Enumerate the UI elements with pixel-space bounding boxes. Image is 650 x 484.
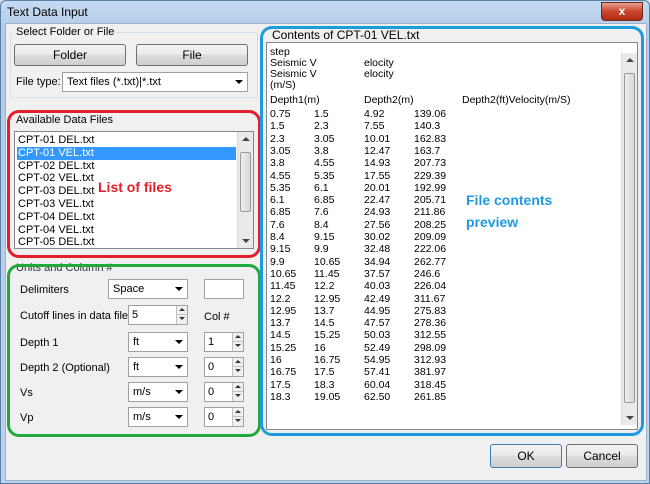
file-type-value: Text files (*.txt)|*.txt <box>67 76 161 88</box>
title-bar[interactable]: Text Data Input x <box>1 1 649 23</box>
cancel-button[interactable]: Cancel <box>566 444 638 468</box>
preview-annotation: preview <box>466 214 519 230</box>
file-type-label: File type: <box>16 76 61 88</box>
file-button[interactable]: File <box>136 44 248 66</box>
dialog-client: Select Folder or File Folder File File t… <box>5 23 647 481</box>
close-button[interactable]: x <box>601 2 643 21</box>
window-title: Text Data Input <box>7 5 88 19</box>
ok-button[interactable]: OK <box>490 444 562 468</box>
file-type-select[interactable]: Text files (*.txt)|*.txt <box>62 72 248 92</box>
dialog-window: Text Data Input x Select Folder or File … <box>0 0 650 484</box>
list-of-files-annotation: List of files <box>98 179 172 195</box>
select-folder-label: Select Folder or File <box>14 26 117 38</box>
folder-button[interactable]: Folder <box>14 44 126 66</box>
file-contents-annotation: File contents <box>466 192 553 208</box>
chevron-down-icon <box>235 80 243 84</box>
preview-highlight <box>260 26 644 436</box>
units-highlight <box>7 264 261 437</box>
